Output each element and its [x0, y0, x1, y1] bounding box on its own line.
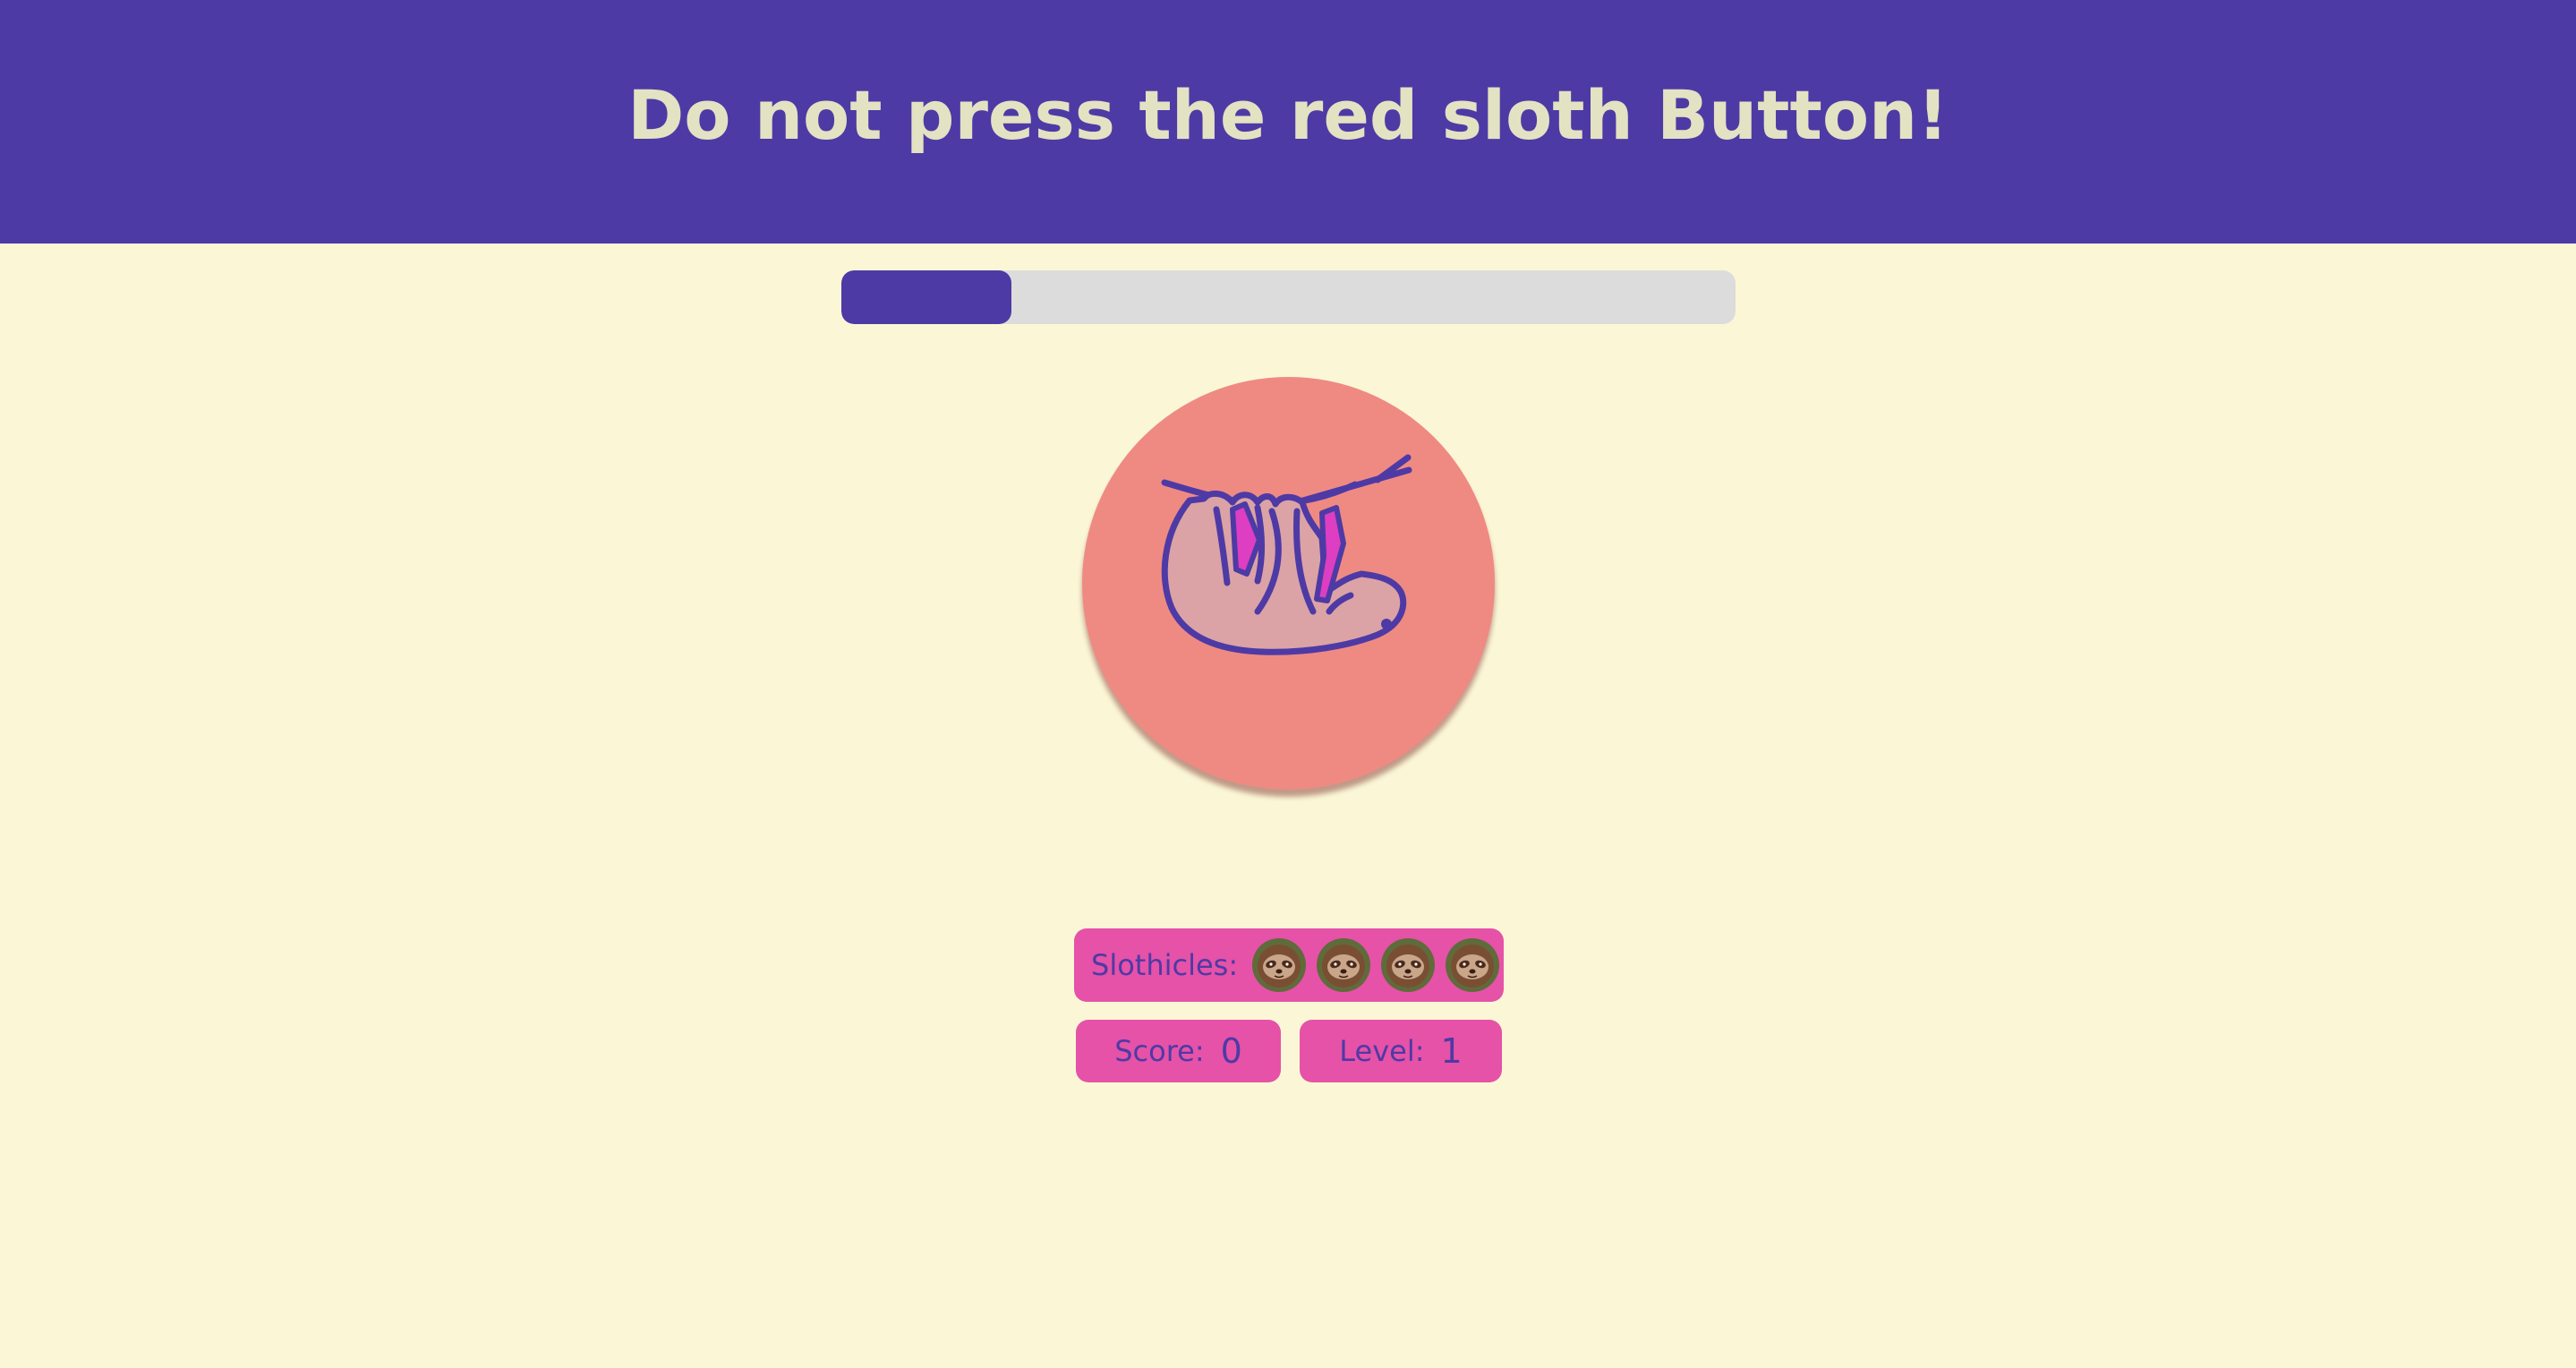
progress-fill	[841, 270, 1011, 324]
header-bar: Do not press the red sloth Button!	[0, 0, 2576, 244]
progress-bar	[841, 270, 1736, 324]
score-label: Score:	[1114, 1034, 1205, 1068]
red-sloth-button[interactable]	[1082, 377, 1495, 790]
lives-panel: Slothicles:	[1074, 928, 1504, 1002]
level-value: 1	[1440, 1031, 1463, 1071]
sloth-face-icon	[1252, 938, 1307, 992]
sloth-face-icon	[1317, 938, 1371, 992]
sloth-face-icon	[1381, 938, 1436, 992]
score-value: 0	[1220, 1031, 1242, 1071]
page-title: Do not press the red sloth Button!	[627, 74, 1949, 155]
sloth-face-icon	[1446, 938, 1500, 992]
lives-icons	[1252, 938, 1510, 992]
lives-label: Slothicles:	[1091, 948, 1239, 982]
score-panel: Score: 0	[1076, 1020, 1281, 1082]
level-panel: Level: 1	[1300, 1020, 1502, 1082]
sloth-icon	[1161, 454, 1412, 655]
level-label: Level:	[1339, 1034, 1425, 1068]
